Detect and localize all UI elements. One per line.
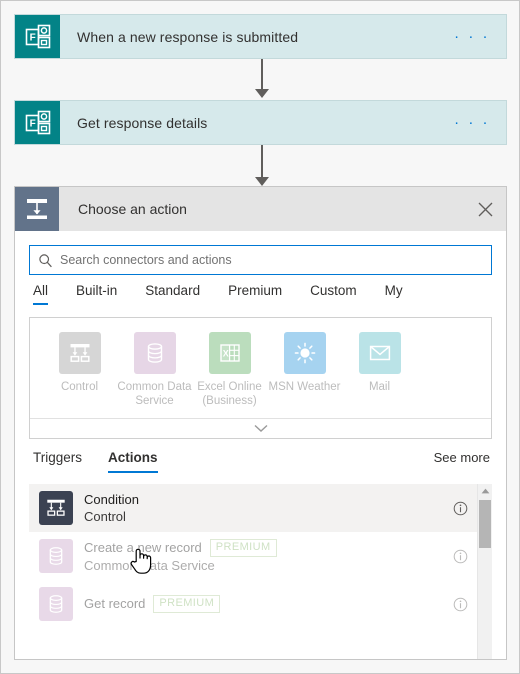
result-title-line: Get record PREMIUM	[84, 595, 443, 613]
result-subtitle: Common Data Service	[84, 557, 215, 573]
database-icon	[133, 332, 176, 374]
connector-tile-msn-weather[interactable]: MSN Weather	[267, 332, 342, 410]
result-text: Get record PREMIUM	[73, 595, 443, 613]
control-icon	[39, 491, 73, 525]
search-input[interactable]	[60, 253, 485, 267]
search-icon	[30, 253, 60, 268]
scrollbar-thumb[interactable]	[479, 500, 491, 548]
result-row-condition[interactable]: Condition Control	[29, 484, 477, 532]
connector-tile-excel-online-business[interactable]: X Excel Online (Business)	[192, 332, 267, 410]
flow-designer-canvas: F When a new response is submitted · · ·…	[0, 0, 520, 674]
tab-my[interactable]: My	[385, 283, 403, 305]
result-row-get-record[interactable]: Get record PREMIUM	[29, 580, 477, 628]
connector-tile-common-data-service[interactable]: Common Data Service	[117, 332, 192, 410]
expand-connectors-button[interactable]	[30, 418, 491, 438]
result-title-line: Condition	[84, 492, 443, 508]
result-row-create-a-new-record[interactable]: Create a new record PREMIUM Common Data …	[29, 532, 477, 580]
result-title: Condition	[84, 491, 139, 507]
flow-step-card-action[interactable]: F Get response details · · ·	[14, 100, 507, 145]
connector-filter-tabs: All Built-in Standard Premium Custom My	[29, 283, 492, 316]
result-subtitle: Control	[84, 508, 126, 524]
connector-gallery: Control Common Data Service X Excel Onli…	[29, 317, 492, 439]
connector-name: Excel Online (Business)	[197, 381, 262, 407]
svg-text:F: F	[29, 118, 35, 129]
tab-built-in[interactable]: Built-in	[76, 283, 117, 305]
connector-name: MSN Weather	[268, 381, 341, 393]
flow-connector-arrow-1	[255, 59, 269, 98]
flow-step-card-trigger[interactable]: F When a new response is submitted · · ·	[14, 14, 507, 59]
tab-custom[interactable]: Custom	[310, 283, 357, 305]
chevron-down-icon	[254, 424, 267, 432]
tab-premium[interactable]: Premium	[228, 283, 282, 305]
tab-triggers[interactable]: Triggers	[33, 450, 82, 473]
tab-actions[interactable]: Actions	[108, 450, 158, 473]
envelope-icon	[358, 332, 401, 374]
premium-badge: PREMIUM	[209, 538, 277, 557]
sun-icon	[283, 332, 326, 374]
info-icon[interactable]	[443, 501, 477, 516]
see-more-link[interactable]: See more	[434, 450, 492, 465]
panel-title: Choose an action	[78, 201, 187, 217]
close-icon[interactable]	[464, 187, 506, 231]
premium-badge: PREMIUM	[153, 595, 221, 613]
results-scrollbar[interactable]	[477, 484, 492, 659]
search-box[interactable]	[29, 245, 492, 275]
results-region: Condition Control Create a new record PR…	[29, 484, 492, 659]
flow-connector-arrow-2	[255, 145, 269, 186]
connector-name: Common Data Service	[117, 381, 192, 407]
flow-step-title: When a new response is submitted	[77, 28, 299, 45]
panel-body: All Built-in Standard Premium Custom My	[15, 231, 506, 659]
control-icon	[58, 332, 101, 374]
svg-text:F: F	[29, 32, 35, 43]
connector-tile-control[interactable]: Control	[42, 332, 117, 410]
results-list: Condition Control Create a new record PR…	[29, 484, 477, 659]
excel-icon: X	[208, 332, 251, 374]
result-title: Get record	[84, 596, 146, 611]
results-sub-tabs: Triggers Actions See more	[29, 450, 492, 484]
flow-step-overflow-menu-icon[interactable]: · · ·	[454, 29, 506, 44]
connector-name: Control	[60, 381, 99, 393]
connector-name: Mail	[368, 381, 391, 393]
result-text: Create a new record PREMIUM Common Data …	[73, 538, 443, 574]
svg-text:X: X	[222, 348, 228, 358]
connector-grid: Control Common Data Service X Excel Onli…	[30, 318, 491, 418]
tab-all[interactable]: All	[33, 283, 49, 305]
panel-header: Choose an action	[15, 187, 506, 231]
scroll-up-arrow-icon[interactable]	[478, 484, 492, 498]
choose-an-action-panel: Choose an action Search connectors and a…	[14, 186, 507, 660]
info-icon[interactable]	[443, 549, 477, 564]
database-icon	[39, 539, 73, 573]
control-icon	[15, 187, 59, 231]
result-title: Create a new record	[84, 539, 202, 555]
flow-step-overflow-menu-icon[interactable]: · · ·	[454, 115, 506, 130]
microsoft-forms-icon: F	[15, 15, 60, 58]
microsoft-forms-icon: F	[15, 101, 60, 144]
connector-tile-mail[interactable]: Mail	[342, 332, 417, 410]
tab-standard[interactable]: Standard	[145, 283, 200, 305]
database-icon	[39, 587, 73, 621]
flow-step-title: Get response details	[77, 114, 208, 131]
info-icon[interactable]	[443, 597, 477, 612]
result-title-line: Create a new record PREMIUM	[84, 538, 443, 557]
result-text: Condition Control	[73, 492, 443, 525]
